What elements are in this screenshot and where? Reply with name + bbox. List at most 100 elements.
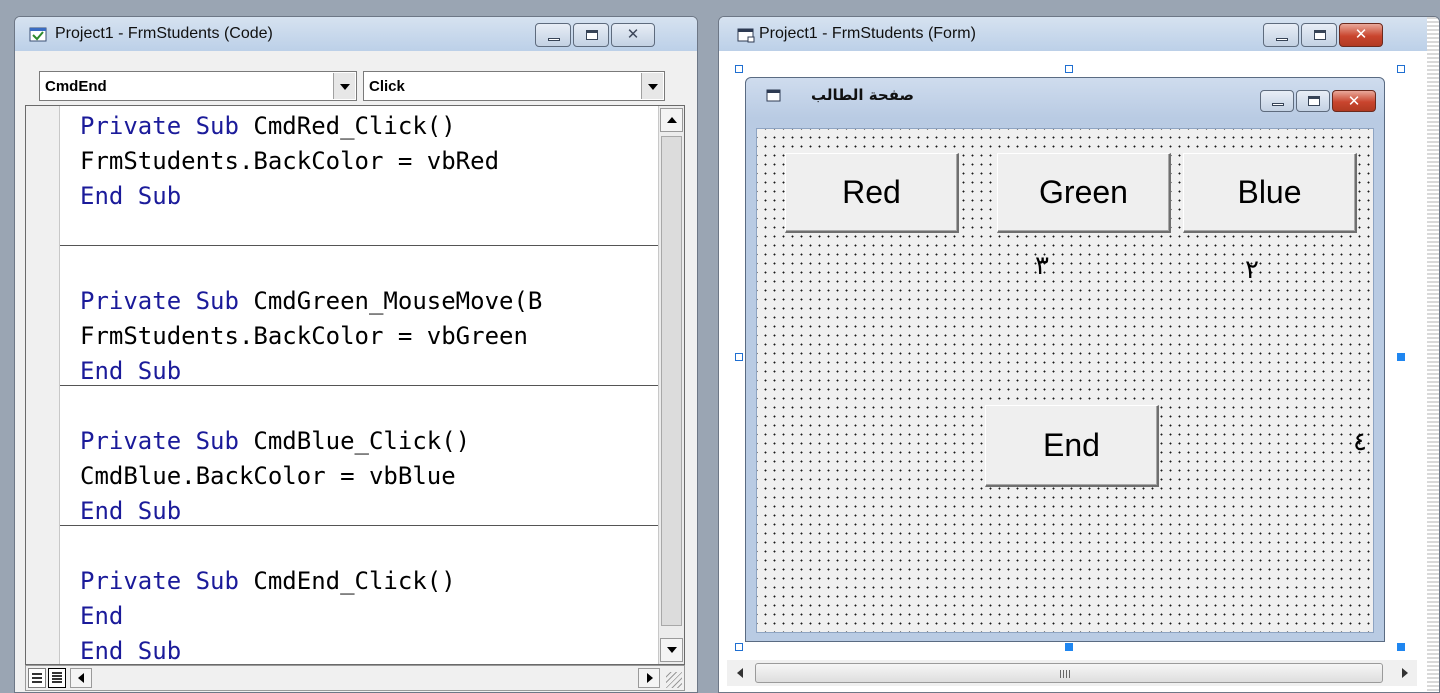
close-icon: ✕ — [626, 25, 640, 43]
blank-line[interactable] — [80, 529, 658, 564]
maximize-button[interactable] — [573, 23, 609, 47]
procedure-block[interactable]: Private Sub CmdEnd_Click() End End Sub — [60, 526, 658, 664]
code-text: CmdRed_Click() — [253, 112, 456, 140]
resize-grip-icon[interactable] — [666, 672, 682, 688]
code-window: Project1 - FrmStudents (Code) ✕ CmdEnd C… — [14, 16, 698, 693]
student-form[interactable]: صفحة الطالب ✕ Red Green Blue End ٣ ٢ ٤ — [745, 77, 1385, 642]
code-line[interactable]: FrmStudents.BackColor = vbGreen — [80, 319, 658, 354]
minimize-icon — [1276, 38, 1288, 41]
chevron-down-icon[interactable] — [641, 73, 663, 99]
object-combo[interactable]: CmdEnd — [39, 71, 357, 101]
scroll-left-icon[interactable] — [737, 668, 743, 678]
selection-handle[interactable] — [1065, 643, 1073, 651]
code-window-titlebar[interactable]: Project1 - FrmStudents (Code) ✕ — [15, 17, 697, 51]
selection-handle[interactable] — [735, 643, 743, 651]
code-line[interactable]: End Sub — [80, 494, 658, 529]
form-designer-window: Project1 - FrmStudents (Form) ✕ صفحة الط… — [718, 16, 1440, 693]
chevron-down-icon[interactable] — [333, 73, 355, 99]
scroll-down-icon[interactable] — [660, 638, 683, 662]
form-window-caption-buttons: ✕ — [1263, 23, 1383, 47]
form-designer-area[interactable]: صفحة الطالب ✕ Red Green Blue End ٣ ٢ ٤ — [719, 51, 1429, 660]
code-keyword: End Sub — [80, 357, 182, 385]
scroll-left-icon[interactable] — [70, 668, 92, 688]
selection-handle[interactable] — [1065, 65, 1073, 73]
maximize-button[interactable] — [1301, 23, 1337, 47]
code-keyword: End Sub — [80, 637, 182, 664]
code-text: CmdBlue.BackColor = vbBlue — [80, 462, 456, 490]
code-area[interactable]: Private Sub CmdRed_Click() FrmStudents.Ba… — [60, 106, 658, 664]
form-client-area[interactable]: Red Green Blue End ٣ ٢ ٤ — [756, 128, 1374, 633]
window-edge — [1427, 17, 1439, 692]
full-module-view-button[interactable] — [48, 668, 66, 688]
scroll-thumb[interactable] — [755, 663, 1383, 683]
label-four: ٤ — [1353, 427, 1367, 457]
code-margin[interactable] — [26, 106, 60, 664]
code-keyword: Private Sub — [80, 427, 254, 455]
code-line[interactable]: End Sub — [80, 634, 658, 664]
minimize-button[interactable] — [535, 23, 571, 47]
procedure-combo[interactable]: Click — [363, 71, 665, 101]
code-window-caption-buttons: ✕ — [535, 23, 655, 47]
code-line[interactable]: End Sub — [80, 354, 658, 389]
code-line[interactable]: FrmStudents.BackColor = vbRed — [80, 144, 658, 179]
selection-handle[interactable] — [1397, 643, 1405, 651]
scroll-up-icon[interactable] — [660, 108, 683, 132]
blank-line[interactable] — [80, 249, 658, 284]
procedure-block[interactable]: Private Sub CmdRed_Click() FrmStudents.Ba… — [60, 106, 658, 246]
procedure-block[interactable]: Private Sub CmdGreen_MouseMove(B FrmStude… — [60, 246, 658, 386]
close-icon: ✕ — [1347, 92, 1361, 110]
vertical-scrollbar[interactable] — [658, 106, 684, 664]
code-line[interactable]: Private Sub CmdGreen_MouseMove(B — [80, 284, 658, 319]
grip-icon — [1060, 670, 1070, 678]
end-button[interactable]: End — [985, 405, 1159, 487]
minimize-icon — [1272, 103, 1284, 106]
maximize-icon — [1314, 30, 1326, 40]
code-line[interactable]: Private Sub CmdBlue_Click() — [80, 424, 658, 459]
blue-button[interactable]: Blue — [1183, 153, 1357, 233]
minimize-button[interactable] — [1263, 23, 1299, 47]
code-keyword: End — [80, 602, 124, 630]
close-button[interactable]: ✕ — [611, 23, 655, 47]
code-line[interactable]: End Sub — [80, 179, 658, 214]
object-combo-value: CmdEnd — [45, 78, 107, 95]
code-bottom-bar — [25, 665, 685, 691]
code-window-title: Project1 - FrmStudents (Code) — [55, 25, 273, 42]
red-button[interactable]: Red — [785, 153, 959, 233]
code-keyword: Private Sub — [80, 567, 254, 595]
selection-handle[interactable] — [735, 353, 743, 361]
code-line[interactable]: Private Sub CmdRed_Click() — [80, 109, 658, 144]
code-editor[interactable]: Private Sub CmdRed_Click() FrmStudents.Ba… — [25, 105, 685, 665]
selection-handle[interactable] — [1397, 65, 1405, 73]
code-line[interactable]: Private Sub CmdEnd_Click() — [80, 564, 658, 599]
green-button[interactable]: Green — [997, 153, 1171, 233]
code-line[interactable]: End — [80, 599, 658, 634]
maximize-icon — [1308, 96, 1320, 106]
code-line[interactable]: CmdBlue.BackColor = vbBlue — [80, 459, 658, 494]
selection-handle[interactable] — [1397, 353, 1405, 361]
code-text: CmdEnd_Click() — [253, 567, 456, 595]
code-keyword: End Sub — [80, 497, 182, 525]
code-window-icon — [29, 27, 47, 43]
label-two: ٢ — [1245, 255, 1259, 285]
code-text: CmdBlue_Click() — [253, 427, 471, 455]
close-button[interactable]: ✕ — [1332, 90, 1376, 112]
maximize-button[interactable] — [1296, 90, 1330, 112]
scroll-right-icon[interactable] — [638, 668, 660, 688]
form-window-title: Project1 - FrmStudents (Form) — [759, 25, 976, 42]
maximize-icon — [586, 30, 598, 40]
procedure-block[interactable]: Private Sub CmdBlue_Click() CmdBlue.BackC… — [60, 386, 658, 526]
scroll-thumb[interactable] — [661, 136, 682, 626]
selection-handle[interactable] — [735, 65, 743, 73]
close-button[interactable]: ✕ — [1339, 23, 1383, 47]
code-text: CmdGreen_MouseMove(B — [253, 287, 543, 315]
form-window-icon — [737, 27, 755, 43]
minimize-button[interactable] — [1260, 90, 1294, 112]
code-keyword: End Sub — [80, 182, 182, 210]
procedure-view-button[interactable] — [28, 668, 46, 688]
label-three: ٣ — [1035, 251, 1049, 281]
close-icon: ✕ — [1354, 25, 1368, 43]
horizontal-scrollbar[interactable] — [727, 660, 1417, 686]
form-window-titlebar[interactable]: Project1 - FrmStudents (Form) ✕ — [719, 17, 1439, 51]
scroll-right-icon[interactable] — [1402, 668, 1408, 678]
blank-line[interactable] — [80, 389, 658, 424]
